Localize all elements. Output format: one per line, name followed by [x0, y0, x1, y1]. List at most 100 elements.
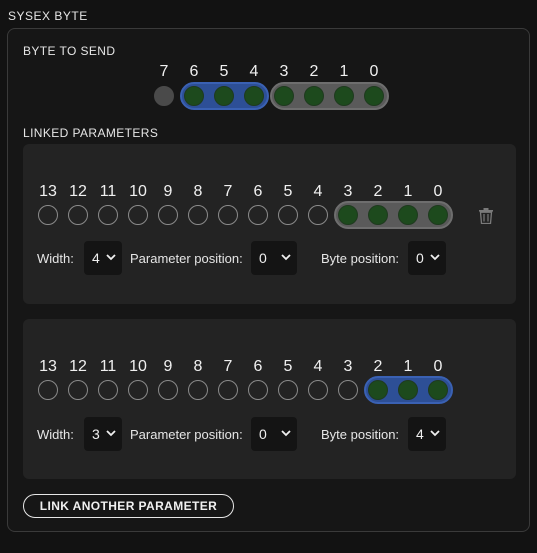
bit-number: 13: [39, 183, 57, 200]
bit-number: 11: [99, 183, 117, 200]
bit-dot[interactable]: [188, 205, 208, 225]
param-position-select[interactable]: 0: [251, 241, 297, 275]
bit-number: 2: [373, 183, 383, 200]
bit-dot[interactable]: [68, 380, 88, 400]
bit-dot[interactable]: [338, 205, 358, 225]
bit-number: 1: [403, 183, 413, 200]
bit-dot[interactable]: [244, 86, 264, 106]
bit-dot[interactable]: [364, 86, 384, 106]
bit-number: 4: [313, 358, 323, 375]
bit-dot[interactable]: [188, 380, 208, 400]
byte-position-select[interactable]: 0: [408, 241, 446, 275]
bit-number: 4: [313, 183, 323, 200]
bit-dot[interactable]: [128, 205, 148, 225]
bit-dot[interactable]: [398, 205, 418, 225]
bit-dot[interactable]: [368, 205, 388, 225]
chevron-down-icon: [281, 254, 291, 261]
width-label: Width:: [37, 427, 74, 442]
bit-number: 0: [369, 63, 379, 80]
param-position-label: Parameter position:: [130, 427, 243, 442]
bit-dot[interactable]: [38, 205, 58, 225]
bit-dot[interactable]: [248, 205, 268, 225]
bit-dot[interactable]: [98, 205, 118, 225]
bit-dot[interactable]: [274, 86, 294, 106]
width-value: 4: [92, 250, 100, 266]
bit-number: 5: [283, 358, 293, 375]
param-position-label: Parameter position:: [130, 251, 243, 266]
bit-dot[interactable]: [334, 86, 354, 106]
bit-dot[interactable]: [398, 380, 418, 400]
link-another-parameter-button[interactable]: LINK ANOTHER PARAMETER: [23, 494, 234, 518]
bit-dot[interactable]: [184, 86, 204, 106]
bit-dot[interactable]: [338, 380, 358, 400]
chevron-down-icon: [430, 430, 440, 437]
bit-number: 2: [373, 358, 383, 375]
bit-number: 2: [309, 63, 319, 80]
bit-number: 1: [403, 358, 413, 375]
bit-number: 10: [129, 183, 147, 200]
bit-number: 11: [99, 358, 117, 375]
bit-number: 7: [223, 183, 233, 200]
bit-number: 3: [343, 358, 353, 375]
param-position-select[interactable]: 0: [251, 417, 297, 451]
bit-dot[interactable]: [278, 380, 298, 400]
param-position-value: 0: [259, 250, 267, 266]
bit-dot[interactable]: [68, 205, 88, 225]
byte-position-select[interactable]: 4: [408, 417, 446, 451]
width-select[interactable]: 3: [84, 417, 122, 451]
trash-icon[interactable]: [479, 208, 493, 224]
bit-number: 10: [129, 358, 147, 375]
bit-dot[interactable]: [158, 205, 178, 225]
bit-dot[interactable]: [308, 205, 328, 225]
bit-dot[interactable]: [248, 380, 268, 400]
bit-dot[interactable]: [128, 380, 148, 400]
bit-dot[interactable]: [278, 205, 298, 225]
byte-position-value: 0: [416, 250, 424, 266]
bit-dot[interactable]: [154, 86, 174, 106]
chevron-down-icon: [281, 430, 291, 437]
bit-number: 6: [189, 63, 199, 80]
bit-dot[interactable]: [218, 205, 238, 225]
chevron-down-icon: [106, 430, 116, 437]
width-label: Width:: [37, 251, 74, 266]
bit-dot[interactable]: [428, 205, 448, 225]
bit-dot[interactable]: [214, 86, 234, 106]
bit-number: 0: [433, 358, 443, 375]
bit-number: 12: [69, 183, 87, 200]
bit-number: 5: [219, 63, 229, 80]
bit-dot[interactable]: [308, 380, 328, 400]
bit-number: 0: [433, 183, 443, 200]
bit-dot[interactable]: [158, 380, 178, 400]
bit-number: 6: [253, 183, 263, 200]
param-position-value: 0: [259, 426, 267, 442]
bit-number: 13: [39, 358, 57, 375]
bit-number: 8: [193, 183, 203, 200]
bit-dot[interactable]: [38, 380, 58, 400]
bit-number: 12: [69, 358, 87, 375]
chevron-down-icon: [430, 254, 440, 261]
bit-number: 5: [283, 183, 293, 200]
bit-dot[interactable]: [368, 380, 388, 400]
bit-number: 3: [343, 183, 353, 200]
bit-dot[interactable]: [98, 380, 118, 400]
bit-dot[interactable]: [304, 86, 324, 106]
bit-number: 8: [193, 358, 203, 375]
bit-number: 6: [253, 358, 263, 375]
bit-number: 3: [279, 63, 289, 80]
width-value: 3: [92, 426, 100, 442]
byte-position-value: 4: [416, 426, 424, 442]
bit-number: 7: [159, 63, 169, 80]
byte-position-label: Byte position:: [321, 251, 400, 266]
bit-number: 4: [249, 63, 259, 80]
bit-dot[interactable]: [218, 380, 238, 400]
byte-position-label: Byte position:: [321, 427, 400, 442]
bit-dot[interactable]: [428, 380, 448, 400]
section-title: SYSEX BYTE: [8, 9, 88, 23]
byte-to-send-label: BYTE TO SEND: [23, 44, 116, 58]
linked-parameters-label: LINKED PARAMETERS: [23, 126, 159, 140]
bit-number: 9: [163, 358, 173, 375]
bit-number: 1: [339, 63, 349, 80]
width-select[interactable]: 4: [84, 241, 122, 275]
bit-number: 9: [163, 183, 173, 200]
bit-number: 7: [223, 358, 233, 375]
